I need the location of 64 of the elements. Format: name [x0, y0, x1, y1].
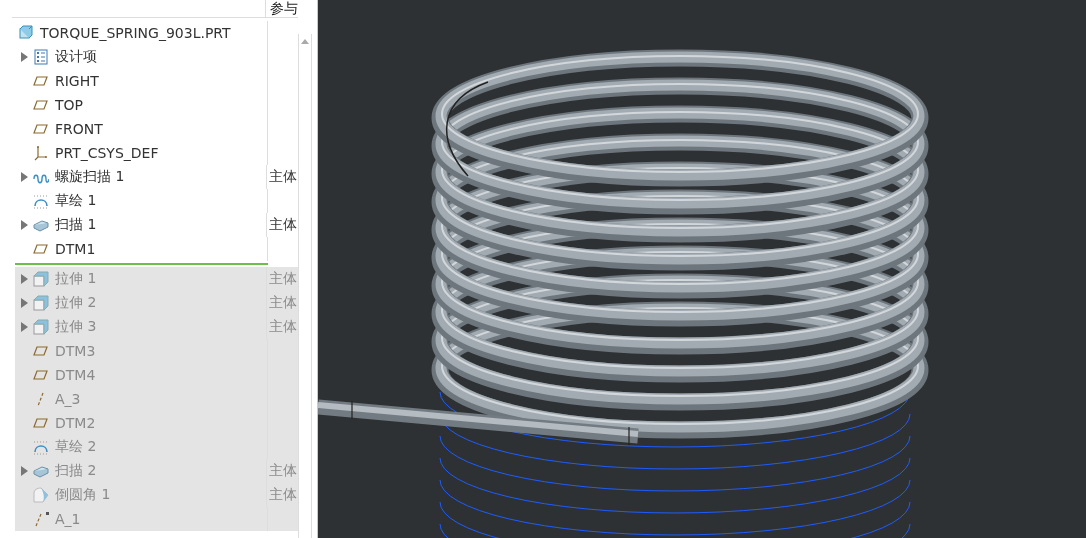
tree-item[interactable]: FRONT: [15, 117, 298, 141]
design-items-icon: [33, 49, 49, 65]
feature-label: 螺旋扫描 1: [55, 168, 125, 186]
tree-item[interactable]: RIGHT: [15, 69, 298, 93]
scrollbar[interactable]: [298, 34, 312, 538]
feature-label: DTM1: [55, 241, 96, 257]
tree-item[interactable]: 扫描 1 主体: [15, 213, 298, 237]
body-cell-text: 主体: [268, 216, 298, 234]
feature-label: 倒圆角 1: [55, 486, 111, 504]
3d-viewport[interactable]: [318, 0, 1086, 538]
feature-label: TOP: [55, 97, 83, 113]
feature-label: RIGHT: [55, 73, 99, 89]
plane-icon: [33, 73, 49, 89]
body-cell-text: 主体: [268, 462, 298, 480]
feature-label: DTM4: [55, 367, 96, 383]
sweep-icon: [33, 217, 49, 233]
plane-icon: [33, 97, 49, 113]
axis-flagged-icon: [33, 511, 49, 527]
feature-label: DTM3: [55, 343, 96, 359]
feature-label: 拉伸 1: [55, 270, 97, 288]
tree-item[interactable]: TORQUE_SPRING_903L.PRT: [15, 21, 298, 45]
feature-label: 扫描 1: [55, 216, 97, 234]
plane-icon: [33, 121, 49, 137]
sweep-icon: [33, 463, 49, 479]
feature-label: TORQUE_SPRING_903L.PRT: [40, 25, 231, 41]
body-cell-text: 主体: [268, 270, 298, 288]
tree-item[interactable]: TOP: [15, 93, 298, 117]
feature-label: 设计项: [55, 48, 97, 66]
feature-label: PRT_CSYS_DEF: [55, 145, 159, 161]
body-cell-text: 主体: [268, 486, 298, 504]
csys-icon: [33, 145, 49, 161]
feature-label: 拉伸 3: [55, 318, 97, 336]
extrude-icon: [33, 295, 49, 311]
body-cell-text: 主体: [268, 168, 298, 186]
expand-arrow-icon[interactable]: [20, 172, 28, 182]
feature-label: 拉伸 2: [55, 294, 97, 312]
tree-item[interactable]: DTM1: [15, 237, 298, 261]
extrude-icon: [33, 271, 49, 287]
plane-icon: [33, 367, 49, 383]
body-cell-text: 主体: [268, 294, 298, 312]
body-cell-text: 主体: [268, 318, 298, 336]
extrude-icon: [33, 319, 49, 335]
insert-marker[interactable]: [15, 263, 268, 265]
feature-label: FRONT: [55, 121, 103, 137]
feature-label: DTM2: [55, 415, 96, 431]
plane-icon: [33, 415, 49, 431]
feature-label: A_1: [55, 511, 81, 527]
column-header[interactable]: 参与: [266, 0, 298, 17]
round-icon: [33, 487, 49, 503]
tree-item[interactable]: 草绘 1: [15, 189, 298, 213]
scroll-up-icon[interactable]: [301, 38, 309, 44]
feature-label: A_3: [55, 391, 81, 407]
feature-label: 草绘 1: [55, 192, 97, 210]
tree-item[interactable]: 设计项: [15, 45, 298, 69]
sketch-icon: [33, 439, 49, 455]
sketch-icon: [33, 193, 49, 209]
expand-arrow-icon[interactable]: [20, 52, 28, 62]
feature-label: 草绘 2: [55, 438, 97, 456]
tree-item[interactable]: 螺旋扫描 1 主体: [15, 165, 298, 189]
part-icon: [18, 25, 34, 41]
tree-item[interactable]: PRT_CSYS_DEF: [15, 141, 298, 165]
plane-icon: [33, 343, 49, 359]
feature-label: 扫描 2: [55, 462, 97, 480]
plane-icon: [33, 241, 49, 257]
